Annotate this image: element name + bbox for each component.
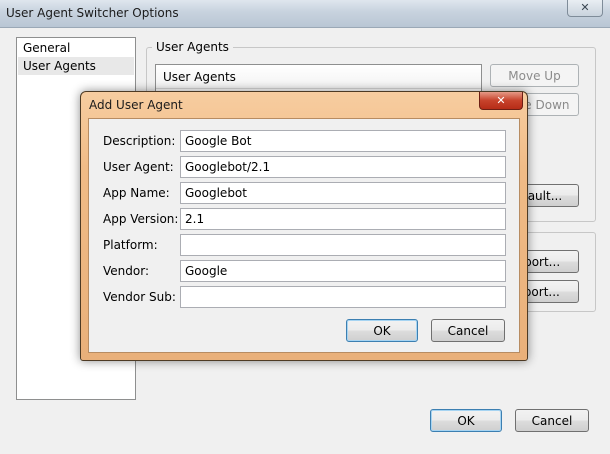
dialog-ok-button[interactable]: OK <box>346 319 418 342</box>
move-up-button[interactable]: Move Up <box>490 64 579 87</box>
platform-label: Platform: <box>103 238 158 252</box>
user-agents-list-header[interactable]: User Agents <box>156 65 481 89</box>
close-icon: ✕ <box>496 94 506 107</box>
platform-field[interactable] <box>180 234 506 256</box>
app-version-field[interactable] <box>180 208 506 230</box>
options-titlebar[interactable]: User Agent Switcher Options ✕ <box>0 0 610 28</box>
category-item-label: General <box>23 41 71 55</box>
category-item-general[interactable]: General <box>18 39 134 57</box>
dialog-title: Add User Agent <box>89 98 183 112</box>
list-header-label: User Agents <box>163 70 236 84</box>
vendor-sub-label: Vendor Sub: <box>103 290 176 304</box>
vendor-sub-field[interactable] <box>180 286 506 308</box>
user-agent-label: User Agent: <box>103 160 174 174</box>
description-field[interactable] <box>180 130 506 152</box>
options-cancel-button[interactable]: Cancel <box>515 409 589 432</box>
app-name-field[interactable] <box>180 182 506 204</box>
dialog-close-button[interactable]: ✕ <box>479 92 523 110</box>
description-label: Description: <box>103 134 176 148</box>
category-item-user-agents[interactable]: User Agents <box>18 57 134 75</box>
vendor-label: Vendor: <box>103 264 149 278</box>
category-item-label: User Agents <box>23 59 96 73</box>
vendor-field[interactable] <box>180 260 506 282</box>
options-ok-button[interactable]: OK <box>430 409 502 432</box>
app-name-label: App Name: <box>103 186 170 200</box>
dialog-form: Description: User Agent: App Name: App V… <box>88 118 520 353</box>
user-agent-field[interactable] <box>180 156 506 178</box>
close-icon: ✕ <box>580 1 590 14</box>
user-agents-group-legend: User Agents <box>152 40 233 54</box>
app-version-label: App Version: <box>103 212 179 226</box>
dialog-cancel-button[interactable]: Cancel <box>431 319 505 342</box>
add-user-agent-dialog: Add User Agent ✕ Description: User Agent… <box>80 91 528 361</box>
options-window-title: User Agent Switcher Options <box>6 6 179 20</box>
options-close-button[interactable]: ✕ <box>567 0 603 17</box>
